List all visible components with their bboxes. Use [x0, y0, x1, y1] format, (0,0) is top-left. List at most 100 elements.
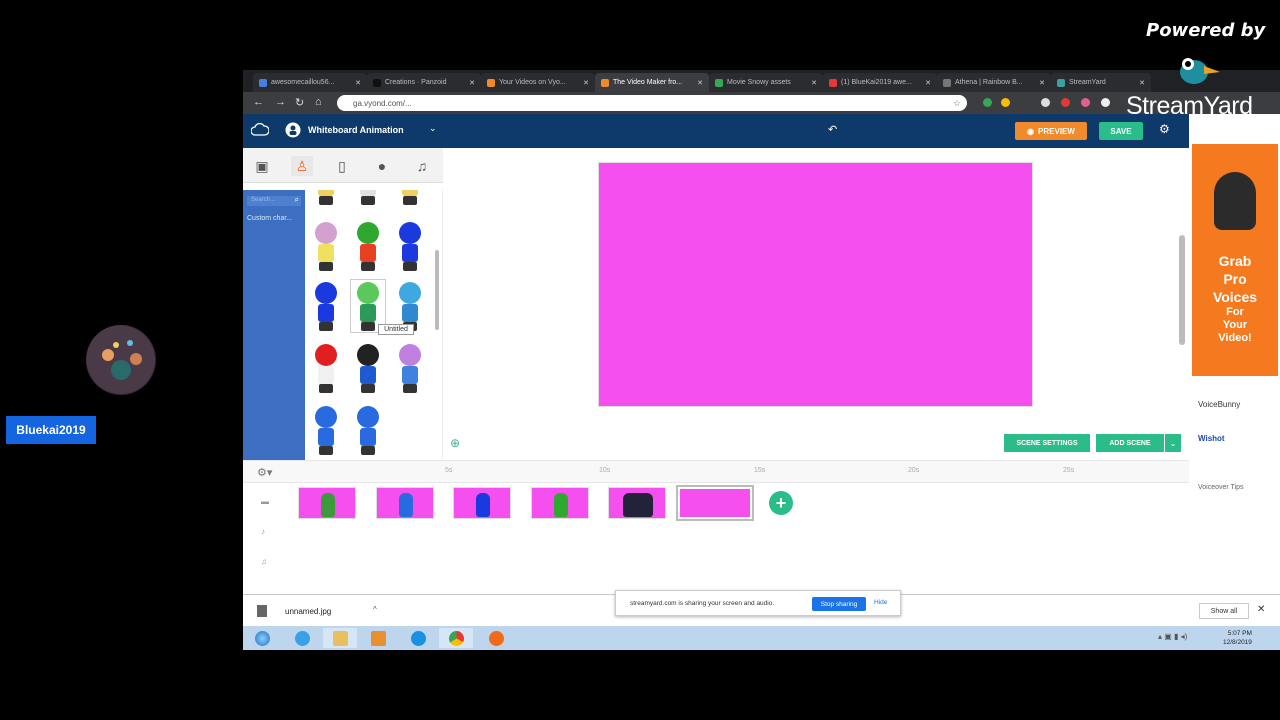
- character-thumbnail[interactable]: [351, 404, 385, 456]
- close-icon[interactable]: ✕: [1257, 604, 1265, 615]
- tab-close-icon[interactable]: ✕: [355, 79, 361, 87]
- category-custom-characters[interactable]: Custom char...: [247, 215, 292, 222]
- bookmark-star-icon[interactable]: ☆: [953, 98, 961, 109]
- chevron-up-icon[interactable]: ^: [373, 605, 377, 614]
- extension-icon[interactable]: [1101, 98, 1110, 107]
- music-note-icon[interactable]: ♫: [411, 156, 433, 176]
- tab-close-icon[interactable]: ✕: [1039, 79, 1045, 87]
- character-icon[interactable]: ♙: [291, 156, 313, 176]
- character-category-sidebar: Search... ⌕ Custom char...: [243, 190, 305, 460]
- forward-arrow-icon[interactable]: →: [275, 96, 286, 108]
- character-thumbnail[interactable]: [393, 220, 427, 272]
- character-tooltip: Untitled: [378, 324, 414, 335]
- extension-icon[interactable]: [1001, 98, 1010, 107]
- firefox-icon[interactable]: [479, 628, 513, 648]
- ad-brand-voicebunny[interactable]: VoiceBunny: [1198, 400, 1240, 409]
- settings-gear-icon[interactable]: ⚙: [1159, 122, 1170, 136]
- add-scene-plus-icon[interactable]: +: [769, 491, 793, 515]
- participant-avatar: [86, 325, 156, 395]
- scene-stage-canvas[interactable]: [598, 162, 1033, 407]
- character-thumbnail[interactable]: [309, 220, 343, 272]
- save-button[interactable]: SAVE: [1099, 122, 1143, 140]
- sidebar-advertisement[interactable]: Grab Pro Voices For Your Video! VoiceBun…: [1190, 142, 1280, 575]
- ad-banner[interactable]: Grab Pro Voices For Your Video!: [1192, 144, 1278, 376]
- shared-screen: awesomecaillou56... ✕ Creations · Panzoid…: [243, 70, 1280, 650]
- system-tray-icons[interactable]: ▴ ▣ ▮ ◂): [1158, 632, 1187, 641]
- folder-icon[interactable]: [323, 628, 357, 648]
- scene-thumbnail[interactable]: [531, 487, 589, 519]
- timeline-panel: ⚙▾ 5s 10s 15s 20s 25s ▬ ♪ ♫ +: [243, 460, 1189, 593]
- start-button-icon[interactable]: [245, 628, 279, 648]
- scene-thumbnail[interactable]: [298, 487, 356, 519]
- stage-scrollbar[interactable]: [1179, 235, 1185, 345]
- undo-icon[interactable]: ↶: [828, 123, 837, 136]
- browser-tab[interactable]: (1) BlueKai2019 awe... ✕: [823, 73, 937, 92]
- video-style-title[interactable]: Whiteboard Animation: [308, 125, 404, 135]
- library-scrollbar[interactable]: [435, 250, 439, 330]
- participant-name-tag: Bluekai2019: [6, 416, 96, 444]
- reload-icon[interactable]: ↻: [295, 96, 304, 109]
- system-clock[interactable]: 5:07 PM 12/8/2019: [1223, 629, 1252, 647]
- extension-icon[interactable]: [1041, 98, 1050, 107]
- browser-tab[interactable]: StreamYard ✕: [1051, 73, 1151, 92]
- character-thumbnail[interactable]: [309, 404, 343, 456]
- home-icon[interactable]: ⌂: [315, 96, 322, 108]
- hide-button[interactable]: Hide: [874, 599, 887, 606]
- chrome-icon[interactable]: [439, 628, 473, 648]
- character-thumbnail[interactable]: [351, 190, 385, 206]
- browser-tab-bar: awesomecaillou56... ✕ Creations · Panzoid…: [243, 70, 1280, 92]
- chevron-down-icon[interactable]: ⌄: [1165, 434, 1181, 452]
- character-thumbnail[interactable]: [393, 342, 427, 394]
- extension-icon[interactable]: [1061, 98, 1070, 107]
- ad-brand-voiceover-tips[interactable]: Voiceover Tips: [1198, 484, 1244, 491]
- cloud-upload-icon[interactable]: [251, 123, 269, 137]
- character-thumbnail[interactable]: [309, 342, 343, 394]
- extension-icon[interactable]: [983, 98, 992, 107]
- character-thumbnail[interactable]: [393, 190, 427, 206]
- back-arrow-icon[interactable]: ←: [253, 96, 264, 108]
- tab-close-icon[interactable]: ✕: [811, 79, 817, 87]
- tab-close-icon[interactable]: ✕: [1139, 79, 1145, 87]
- address-bar[interactable]: ga.vyond.com/... ☆: [337, 95, 967, 111]
- browser-tab[interactable]: Your Videos on Vyo... ✕: [481, 73, 595, 92]
- media-player-icon[interactable]: [361, 628, 395, 648]
- preview-button[interactable]: ◉ PREVIEW: [1015, 122, 1087, 140]
- skype-icon[interactable]: [401, 628, 435, 648]
- scene-thumbnail[interactable]: [453, 487, 511, 519]
- speech-bubble-icon[interactable]: ●: [371, 156, 393, 176]
- stop-sharing-button[interactable]: Stop sharing: [812, 597, 866, 611]
- tab-close-icon[interactable]: ✕: [583, 79, 589, 87]
- character-thumbnail[interactable]: [351, 220, 385, 272]
- chevron-down-icon[interactable]: ⌄: [429, 123, 437, 134]
- ie-icon[interactable]: [285, 628, 319, 648]
- image-icon[interactable]: ▣: [251, 156, 273, 176]
- scene-settings-button[interactable]: SCENE SETTINGS: [1004, 434, 1090, 452]
- tab-close-icon[interactable]: ✕: [469, 79, 475, 87]
- browser-tab[interactable]: Athena | Rainbow B... ✕: [937, 73, 1051, 92]
- browser-tab[interactable]: Creations · Panzoid ✕: [367, 73, 481, 92]
- browser-tab[interactable]: Movie Snowy assets ✕: [709, 73, 823, 92]
- scene-thumbnail[interactable]: [608, 487, 666, 519]
- tab-close-icon[interactable]: ✕: [925, 79, 931, 87]
- character-thumbnail[interactable]: [309, 280, 343, 332]
- tab-favicon-icon: [259, 78, 267, 87]
- download-file-name[interactable]: unnamed.jpg: [285, 607, 331, 616]
- scene-thumbnail-selected[interactable]: [676, 485, 754, 521]
- browser-tab-active[interactable]: The Video Maker fro... ✕: [595, 73, 709, 92]
- timeline-settings-icon[interactable]: ⚙▾: [257, 466, 272, 479]
- add-scene-button[interactable]: ADD SCENE: [1096, 434, 1164, 452]
- browser-address-row: ← → ↻ ⌂ ga.vyond.com/... ☆: [243, 92, 1280, 114]
- search-icon[interactable]: ⌕: [295, 195, 299, 205]
- extension-icon[interactable]: [1081, 98, 1090, 107]
- character-search-input[interactable]: Search... ⌕: [247, 195, 301, 206]
- ad-brand-wishot[interactable]: Wishot: [1198, 434, 1225, 443]
- character-thumbnail[interactable]: [351, 342, 385, 394]
- show-all-downloads-button[interactable]: Show all: [1199, 603, 1249, 619]
- mobile-icon[interactable]: ▯: [331, 156, 353, 176]
- scene-thumbnail[interactable]: [376, 487, 434, 519]
- browser-tab[interactable]: awesomecaillou56... ✕: [253, 73, 367, 92]
- zoom-icon[interactable]: ⊕: [450, 436, 460, 450]
- character-thumbnail[interactable]: [309, 190, 343, 206]
- tab-close-icon[interactable]: ✕: [697, 79, 703, 87]
- share-message: streamyard.com is sharing your screen an…: [630, 600, 775, 607]
